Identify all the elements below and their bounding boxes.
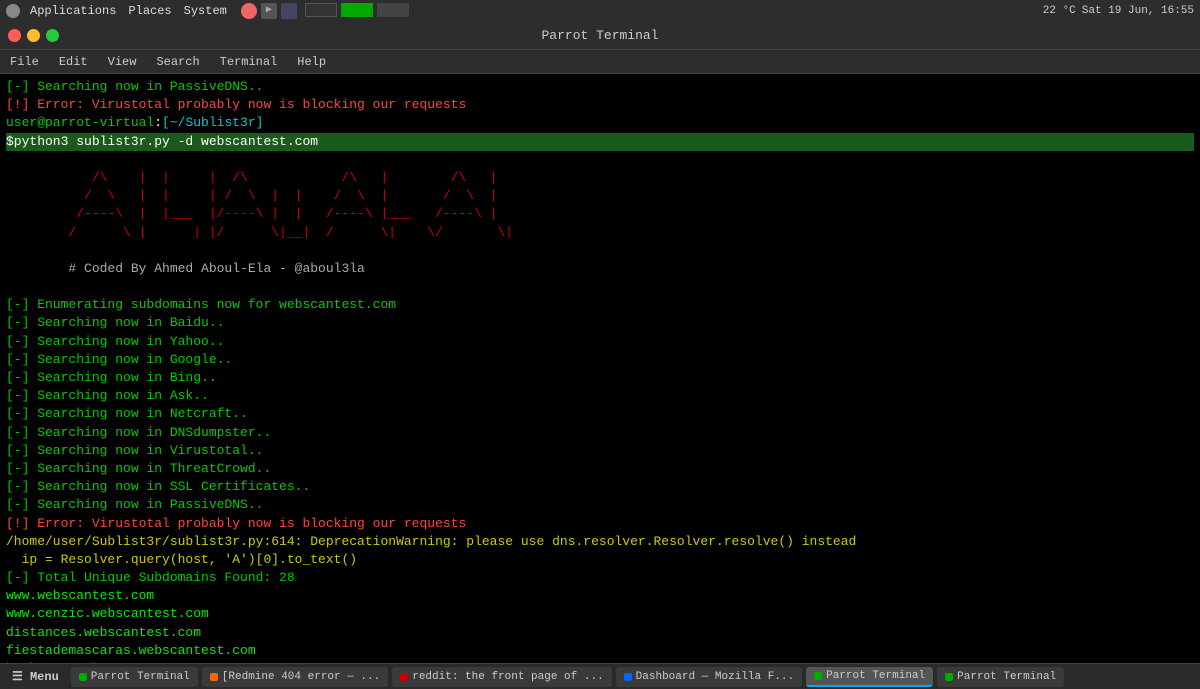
applications-menu[interactable]: Applications <box>28 4 118 18</box>
taskbar-item-redmine[interactable]: [Redmine 404 error — ... <box>202 667 388 687</box>
search-yahoo: [-] Searching now in Yahoo.. <box>6 333 1194 351</box>
close-button[interactable] <box>8 29 21 42</box>
ascii-art-3: /----\ | |___ |/----\ | | /----\ |___ /-… <box>6 205 1194 223</box>
taskbar-dot-icon <box>624 673 632 681</box>
taskbar-item-parrot-terminal-active[interactable]: Parrot Terminal <box>806 667 933 687</box>
battery-bar <box>377 3 409 17</box>
taskbar-item-label: Parrot Terminal <box>957 671 1056 683</box>
firefox-icon[interactable] <box>241 3 257 19</box>
terminal-title: Parrot Terminal <box>541 28 658 43</box>
menu-edit[interactable]: Edit <box>55 53 92 71</box>
search-ssl: [-] Searching now in SSL Certificates.. <box>6 478 1194 496</box>
search-netcraft: [-] Searching now in Netcraft.. <box>6 405 1194 423</box>
taskbar-item-parrot-terminal-3[interactable]: Parrot Terminal <box>937 667 1064 687</box>
taskbar-item-parrot-terminal-1[interactable]: Parrot Terminal <box>71 667 198 687</box>
system-menu[interactable]: System <box>182 4 229 18</box>
terminal-content[interactable]: [-] Searching now in PassiveDNS.. [!] Er… <box>0 74 1200 681</box>
menu-terminal[interactable]: Terminal <box>216 53 282 71</box>
total-found: [-] Total Unique Subdomains Found: 28 <box>6 569 1194 587</box>
output-line-1: [-] Searching now in PassiveDNS.. <box>6 78 1194 96</box>
sys-left: Applications Places System ▶ <box>6 3 409 19</box>
taskbar-dot-icon <box>210 673 218 681</box>
ascii-art-4: / \ | | |/ \|__| / \| \/ \| <box>6 224 1194 242</box>
sys-datetime: Sat 19 Jun, 16:55 <box>1082 5 1194 17</box>
terminal-window: Parrot Terminal File Edit View Search Te… <box>0 22 1200 681</box>
system-bar: Applications Places System ▶ 22 °C Sat 1… <box>0 0 1200 22</box>
terminal-icon[interactable]: ▶ <box>261 3 277 19</box>
taskbar-item-dashboard[interactable]: Dashboard — Mozilla F... <box>616 667 802 687</box>
menu-search[interactable]: Search <box>152 53 203 71</box>
taskbar-item-label: [Redmine 404 error — ... <box>222 671 380 683</box>
blank-line-1 <box>6 151 1194 169</box>
prompt-dir: [~/Sublist3r] <box>162 115 263 130</box>
window-buttons <box>8 29 59 42</box>
blank-line-3 <box>6 278 1194 296</box>
app-icon[interactable] <box>281 3 297 19</box>
error-virustotal: [!] Error: Virustotal probably now is bl… <box>6 515 1194 533</box>
search-dnsdumpster: [-] Searching now in DNSdumpster.. <box>6 424 1194 442</box>
taskbar-item-reddit[interactable]: reddit: the front page of ... <box>392 667 611 687</box>
taskbar-item-label: reddit: the front page of ... <box>412 671 603 683</box>
search-baidu: [-] Searching now in Baidu.. <box>6 314 1194 332</box>
prompt-sep: : <box>154 115 162 130</box>
command-line: $python3 sublist3r.py -d webscantest.com <box>6 133 1194 151</box>
blank-line-2 <box>6 242 1194 260</box>
maximize-button[interactable] <box>46 29 59 42</box>
ip-line: ip = Resolver.query(host, 'A')[0].to_tex… <box>6 551 1194 569</box>
prompt-line: user@parrot-virtual:[~/Sublist3r] <box>6 114 1194 132</box>
taskbar-item-label: Dashboard — Mozilla F... <box>636 671 794 683</box>
sys-temp: 22 °C <box>1043 5 1076 17</box>
parrot-logo-icon <box>6 4 20 18</box>
taskbar-dot-icon <box>79 673 87 681</box>
domain-4: fiestademascaras.webscantest.com <box>6 642 1194 660</box>
ascii-art-1: /\ | | | /\ /\ | /\ | <box>6 169 1194 187</box>
taskbar-item-label: Parrot Terminal <box>91 671 190 683</box>
deprecation-warning: /home/user/Sublist3r/sublist3r.py:614: D… <box>6 533 1194 551</box>
search-passivedns: [-] Searching now in PassiveDNS.. <box>6 496 1194 514</box>
search-virustotal: [-] Searching now in Virustotal.. <box>6 442 1194 460</box>
taskbar: ☰ Menu Parrot Terminal [Redmine 404 erro… <box>0 663 1200 689</box>
menu-view[interactable]: View <box>104 53 141 71</box>
enum-line: [-] Enumerating subdomains now for websc… <box>6 296 1194 314</box>
domain-2: www.cenzic.webscantest.com <box>6 605 1194 623</box>
terminal-titlebar: Parrot Terminal <box>0 22 1200 50</box>
progress-bar <box>305 3 337 17</box>
coded-by: # Coded By Ahmed Aboul-Ela - @aboul3la <box>6 260 1194 278</box>
domain-3: distances.webscantest.com <box>6 624 1194 642</box>
places-menu[interactable]: Places <box>126 4 173 18</box>
volume-bar <box>341 3 373 17</box>
taskbar-item-label: Parrot Terminal <box>826 670 925 682</box>
minimize-button[interactable] <box>27 29 40 42</box>
taskbar-dot-icon <box>814 672 822 680</box>
menu-file[interactable]: File <box>6 53 43 71</box>
terminal-menubar: File Edit View Search Terminal Help <box>0 50 1200 74</box>
ascii-art-2: / \ | | | / \ | | / \ | / \ | <box>6 187 1194 205</box>
search-ask: [-] Searching now in Ask.. <box>6 387 1194 405</box>
search-threatcrowd: [-] Searching now in ThreatCrowd.. <box>6 460 1194 478</box>
prompt-user: user@parrot-virtual <box>6 115 154 130</box>
menu-help[interactable]: Help <box>293 53 330 71</box>
sys-right: 22 °C Sat 19 Jun, 16:55 <box>1043 5 1194 17</box>
domain-1: www.webscantest.com <box>6 587 1194 605</box>
taskbar-dot-icon <box>400 673 408 681</box>
output-line-2: [!] Error: Virustotal probably now is bl… <box>6 96 1194 114</box>
search-bing: [-] Searching now in Bing.. <box>6 369 1194 387</box>
taskbar-dot-icon <box>945 673 953 681</box>
taskbar-menu-label[interactable]: ☰ Menu <box>4 669 67 684</box>
search-google: [-] Searching now in Google.. <box>6 351 1194 369</box>
